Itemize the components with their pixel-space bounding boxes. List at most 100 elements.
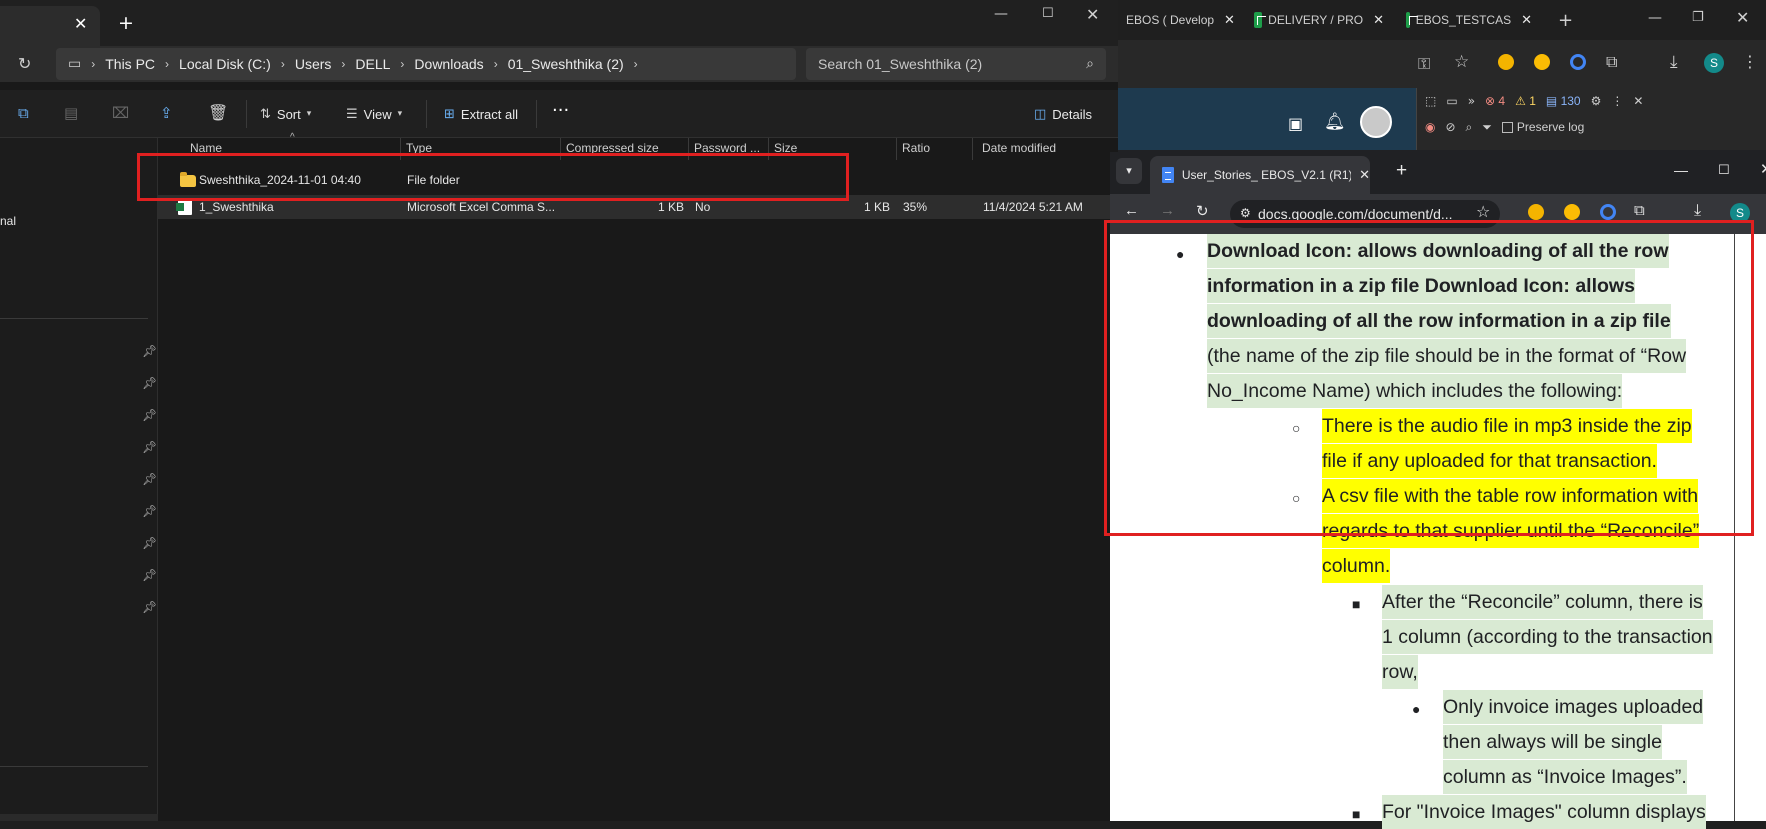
new-tab-icon[interactable]: + — [118, 12, 134, 34]
nav-item-label[interactable]: nal — [0, 214, 16, 228]
maximize-icon[interactable]: ☐ — [1042, 6, 1054, 21]
user-avatar[interactable] — [1360, 106, 1392, 138]
extension-icon[interactable] — [1570, 54, 1586, 70]
search-icon[interactable]: ⌕ — [1466, 120, 1473, 135]
chevron-right-icon[interactable]: › — [91, 57, 95, 71]
browser-tab-ebos-testcas[interactable]: EBOS_TESTCAS ✕ — [1406, 8, 1532, 32]
copy-icon[interactable]: ⧉ — [18, 104, 29, 122]
close-window-icon[interactable]: ✕ — [1760, 160, 1766, 178]
pin-icon[interactable]: 📌︎ — [142, 376, 157, 390]
file-name[interactable]: 1_Sweshthika — [199, 200, 274, 214]
close-window-icon[interactable]: ✕ — [1736, 8, 1749, 27]
checkbox-box[interactable] — [1501, 121, 1513, 133]
bell-icon[interactable]: 🔔︎ — [1324, 112, 1346, 132]
extension-icon[interactable] — [1564, 204, 1580, 220]
chevron-right-icon[interactable]: › — [400, 57, 404, 71]
chat-icon[interactable]: ▣ — [1288, 114, 1303, 133]
inspect-icon[interactable]: ⬚ — [1425, 94, 1436, 108]
chevron-right-double-icon[interactable]: » — [1468, 94, 1475, 108]
view-button[interactable]: ☰ View ▾ — [346, 102, 402, 126]
gear-icon[interactable]: ⚙ — [1591, 94, 1602, 108]
extension-icon[interactable] — [1498, 54, 1514, 70]
breadcrumb-item-this-pc[interactable]: This PC — [105, 56, 155, 72]
chevron-right-icon[interactable]: › — [634, 57, 638, 71]
pin-icon[interactable]: 📌︎ — [142, 504, 157, 518]
breadcrumb-item-dell[interactable]: DELL — [355, 56, 390, 72]
puzzle-icon[interactable]: ⧉ — [1634, 202, 1645, 219]
back-icon[interactable]: ← — [1124, 202, 1139, 219]
doc-line[interactable]: then always will be single — [1443, 725, 1662, 759]
breadcrumb-item-local-disk[interactable]: Local Disk (C:) — [179, 56, 271, 72]
minimize-icon[interactable]: — — [1648, 10, 1662, 26]
key-icon[interactable]: ⚿ — [1418, 54, 1430, 74]
chevron-right-icon[interactable]: › — [281, 57, 285, 71]
pin-icon[interactable]: 📌︎ — [142, 600, 157, 614]
details-button[interactable]: ◫ Details — [1034, 102, 1092, 126]
filter-icon[interactable]: ⏷ — [1482, 120, 1492, 135]
pin-icon[interactable]: 📌︎ — [142, 536, 157, 550]
breadcrumb-item-downloads[interactable]: Downloads — [414, 56, 483, 72]
pin-icon[interactable]: 📌︎ — [142, 568, 157, 582]
minimize-icon[interactable]: — — [994, 6, 1008, 22]
doc-line[interactable]: column. — [1322, 549, 1391, 583]
doc-line[interactable]: row, — [1382, 655, 1418, 689]
doc-line[interactable]: Only invoice images uploaded — [1443, 690, 1704, 724]
more-options-icon[interactable]: ··· — [552, 100, 569, 121]
close-window-icon[interactable]: ✕ — [1086, 5, 1099, 24]
extension-icon[interactable] — [1534, 54, 1550, 70]
new-tab-icon[interactable]: + — [1396, 160, 1407, 182]
restore-icon[interactable]: ❐ — [1692, 10, 1704, 25]
minimize-icon[interactable]: — — [1674, 162, 1688, 178]
share-icon[interactable]: ⇪ — [160, 104, 173, 122]
close-icon[interactable]: ✕ — [1373, 12, 1384, 28]
pin-icon[interactable]: 📌︎ — [142, 440, 157, 454]
column-divider[interactable] — [972, 138, 973, 160]
profile-avatar[interactable]: S — [1704, 53, 1724, 73]
doc-line[interactable]: After the “Reconcile” column, there is — [1382, 585, 1703, 619]
chevron-right-icon[interactable]: › — [341, 57, 345, 71]
close-icon[interactable]: ✕ — [1224, 12, 1235, 28]
pin-icon[interactable]: 📌︎ — [142, 472, 157, 486]
extension-icon[interactable] — [1528, 204, 1544, 220]
download-icon[interactable]: ⤓ — [1694, 202, 1701, 220]
search-input[interactable]: Search 01_Sweshthika (2) ⌕ — [806, 48, 1106, 80]
sort-button[interactable]: ⇅ Sort ▾ — [260, 102, 311, 126]
breadcrumb[interactable]: ▭ › This PC › Local Disk (C:) › Users › … — [56, 48, 796, 80]
close-tab-icon[interactable]: ✕ — [74, 14, 87, 33]
chevron-right-icon[interactable]: › — [165, 57, 169, 71]
pin-icon[interactable]: 📌︎ — [142, 408, 157, 422]
column-header-date-modified[interactable]: Date modified — [982, 141, 1056, 159]
more-menu-icon[interactable]: ⋮ — [1611, 94, 1623, 108]
warning-count[interactable]: ⚠ 1 — [1515, 94, 1536, 108]
doc-line[interactable]: column as “Invoice Images”. — [1443, 760, 1687, 794]
download-icon[interactable]: ⤓ — [1670, 52, 1678, 72]
tab-search-chevron-icon[interactable]: ▾ — [1116, 158, 1142, 184]
browser-tab-user-stories[interactable]: User_Stories_ EBOS_V2.1 (R1) - ( ✕ — [1150, 156, 1370, 194]
extension-icon[interactable] — [1600, 204, 1616, 220]
column-header-ratio[interactable]: Ratio — [902, 141, 930, 159]
clear-icon[interactable]: ⊘ — [1445, 120, 1455, 134]
browser-tab-delivery[interactable]: DELIVERY / PRO ✕ — [1254, 8, 1384, 32]
breadcrumb-item-users[interactable]: Users — [295, 56, 332, 72]
doc-line[interactable]: 1 column (according to the transaction — [1382, 620, 1713, 654]
horizontal-scrollbar[interactable] — [0, 814, 158, 821]
breadcrumb-item-current-folder[interactable]: 01_Sweshthika (2) — [508, 56, 624, 72]
doc-line[interactable]: For "Invoice Images" column displays — [1382, 795, 1706, 829]
close-icon[interactable]: ✕ — [1633, 94, 1643, 108]
chevron-right-icon[interactable]: › — [494, 57, 498, 71]
message-count[interactable]: ▤ 130 — [1546, 94, 1581, 108]
site-info-icon[interactable]: ⚙ — [1240, 206, 1251, 220]
maximize-icon[interactable]: ☐ — [1718, 162, 1730, 178]
record-icon[interactable]: ◉ — [1425, 120, 1435, 134]
new-tab-icon[interactable]: + — [1558, 10, 1573, 31]
search-icon[interactable]: ⌕ — [1086, 56, 1094, 72]
refresh-icon[interactable]: ↻ — [18, 54, 31, 73]
column-divider[interactable] — [896, 138, 897, 160]
preserve-log-checkbox[interactable]: Preserve log — [1501, 120, 1584, 134]
error-count[interactable]: ⊗ 4 — [1485, 94, 1505, 108]
pin-icon[interactable]: 📌︎ — [142, 344, 157, 358]
star-icon[interactable]: ☆ — [1476, 202, 1490, 222]
close-icon[interactable]: ✕ — [1359, 167, 1370, 183]
extract-all-button[interactable]: ⊞ Extract all — [444, 102, 518, 126]
puzzle-icon[interactable]: ⧉ — [1606, 52, 1617, 72]
